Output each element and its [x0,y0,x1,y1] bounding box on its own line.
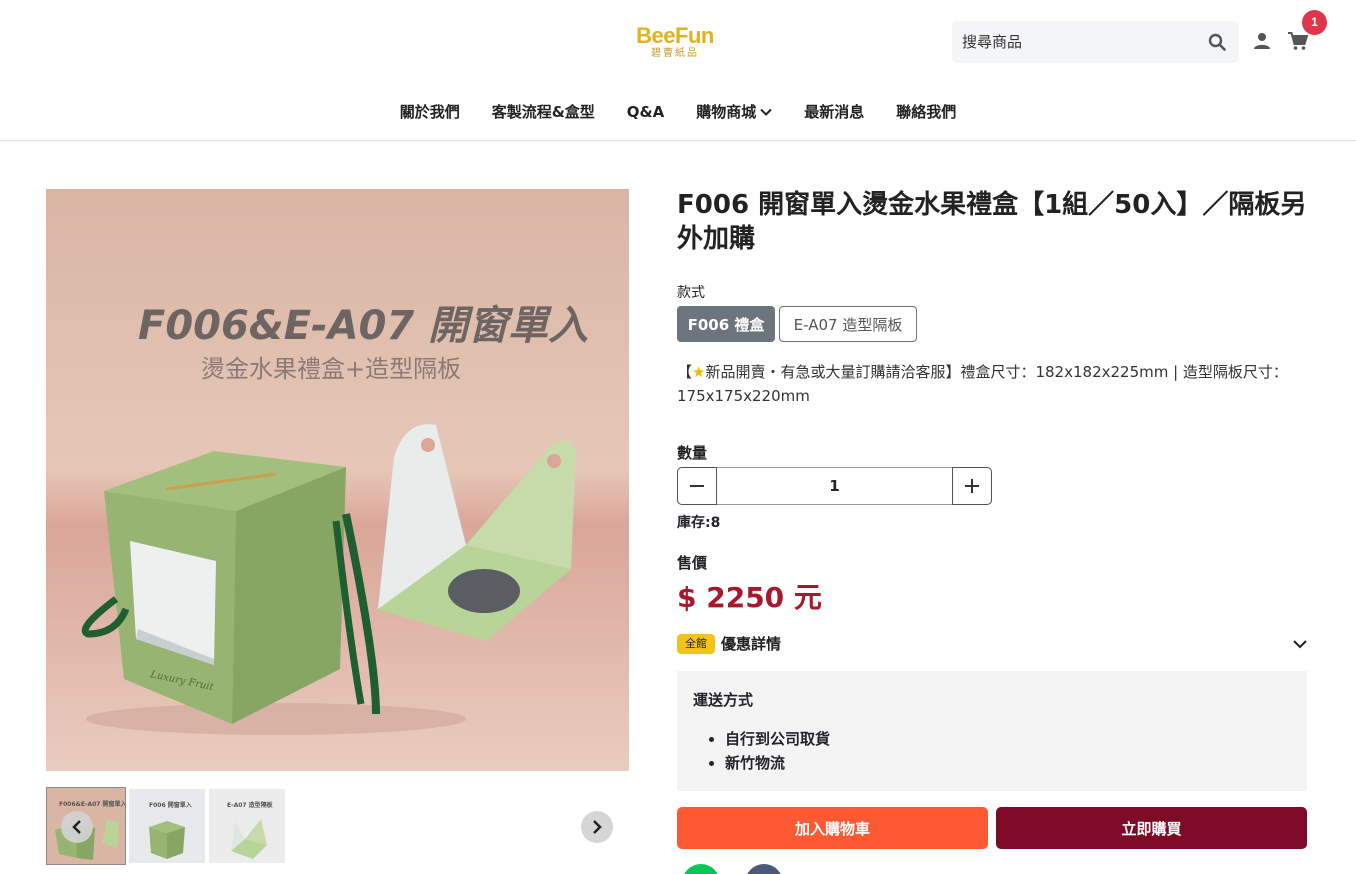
chevron-down-icon [760,108,772,116]
thumbnail-prev-button[interactable] [61,811,93,843]
description-text: 新品開賣・有急或大量訂購請洽客服】禮盒尺寸：182x182x225mm | 造型… [677,363,1288,405]
nav-item-qa[interactable]: Q&A [627,98,664,126]
search-input[interactable] [952,21,1202,63]
site-logo[interactable]: BeeFun 碧曹紙品 [630,24,720,64]
thumbnail-caption: E-A07 造型隔板 [227,801,274,809]
promo-badge: 全館 [677,634,715,654]
variant-option-gift-box[interactable]: F006 禮盒 [677,306,775,342]
product-title: F006 開窗單入燙金水果禮盒【1組／50入】／隔板另外加購 [677,190,1307,254]
shipping-list: 自行到公司取貨 新竹物流 [725,727,830,775]
nav-item-contact[interactable]: 聯絡我們 [896,98,956,126]
add-to-cart-button[interactable]: 加入購物車 [677,807,988,849]
image-subline: 燙金水果禮盒+造型隔板 [201,355,461,383]
thumbnail-3[interactable]: E-A07 造型隔板 [209,789,285,863]
shipping-method-item: 新竹物流 [725,751,830,775]
main-nav: 關於我們 客製流程&盒型 Q&A 購物商城 最新消息 聯絡我們 [0,98,1356,126]
quantity-decrease-button[interactable] [677,467,717,505]
description-prefix: 【 [677,363,693,381]
variant-option-divider[interactable]: E-A07 造型隔板 [779,306,917,342]
user-icon[interactable] [1253,32,1271,50]
logo-subtitle: 碧曹紙品 [651,48,699,59]
nav-item-custom-process[interactable]: 客製流程&盒型 [492,98,595,126]
thumbnail-caption: F006&E-A07 開窗單入 [59,800,126,808]
search-icon[interactable] [1208,33,1226,51]
quantity-label: 數量 [677,444,708,462]
thumbnail-2[interactable]: F006 開窗單入 [129,789,205,863]
quantity-increase-button[interactable] [952,467,992,505]
site-header: BeeFun 碧曹紙品 1 關於我們 客製流程&盒型 Q&A 購物商城 最新消息… [0,0,1356,141]
search-bar [952,21,1239,63]
facebook-share-icon[interactable] [745,864,783,874]
star-icon: ★ [692,363,706,381]
plus-icon [965,479,979,493]
nav-label: 聯絡我們 [896,103,957,121]
nav-label: 關於我們 [399,103,460,121]
minus-icon [690,485,704,487]
shipping-title: 運送方式 [693,691,754,709]
nav-label: 最新消息 [804,103,865,121]
nav-item-news[interactable]: 最新消息 [804,98,864,126]
shipping-methods-panel: 運送方式 自行到公司取貨 新竹物流 [677,671,1307,791]
promo-details-toggle[interactable]: 全館 優惠詳情 [677,632,1307,656]
nav-label: 購物商城 [696,103,757,121]
variant-label: 款式 [677,285,705,301]
product-price: $ 2250 元 [677,581,822,614]
shipping-method-item: 自行到公司取貨 [725,727,830,751]
chevron-right-icon [593,820,602,834]
quantity-stepper: 1 [677,467,992,505]
product-description: 【★新品開賣・有急或大量訂購請洽客服】禮盒尺寸：182x182x225mm | … [677,360,1307,408]
nav-label: Q&A [626,103,665,121]
image-headline: F006&E-A07 開窗單入 [138,303,588,349]
price-label: 售價 [677,554,708,572]
product-illustration: F006&E-A07 開窗單入 燙金水果禮盒+造型隔板 Luxury Fruit [81,303,588,735]
cart-count-badge: 1 [1302,10,1327,35]
nav-label: 客製流程&盒型 [491,103,595,121]
cart-icon[interactable] [1288,32,1308,51]
thumbnail-caption: F006 開窗單入 [149,801,192,809]
nav-item-shop[interactable]: 購物商城 [696,98,772,126]
line-share-icon[interactable] [682,864,720,874]
quantity-value[interactable]: 1 [718,468,951,504]
promo-text: 優惠詳情 [721,635,782,653]
chevron-left-icon [72,820,81,834]
chevron-down-icon [1293,640,1307,649]
stock-count: 庫存:8 [677,515,721,531]
buy-now-button[interactable]: 立即購買 [996,807,1307,849]
nav-item-about[interactable]: 關於我們 [400,98,460,126]
logo-wordmark: BeeFun [636,23,714,48]
product-main-image: F006&E-A07 開窗單入 燙金水果禮盒+造型隔板 Luxury Fruit [46,189,629,771]
thumbnail-next-button[interactable] [581,811,613,843]
